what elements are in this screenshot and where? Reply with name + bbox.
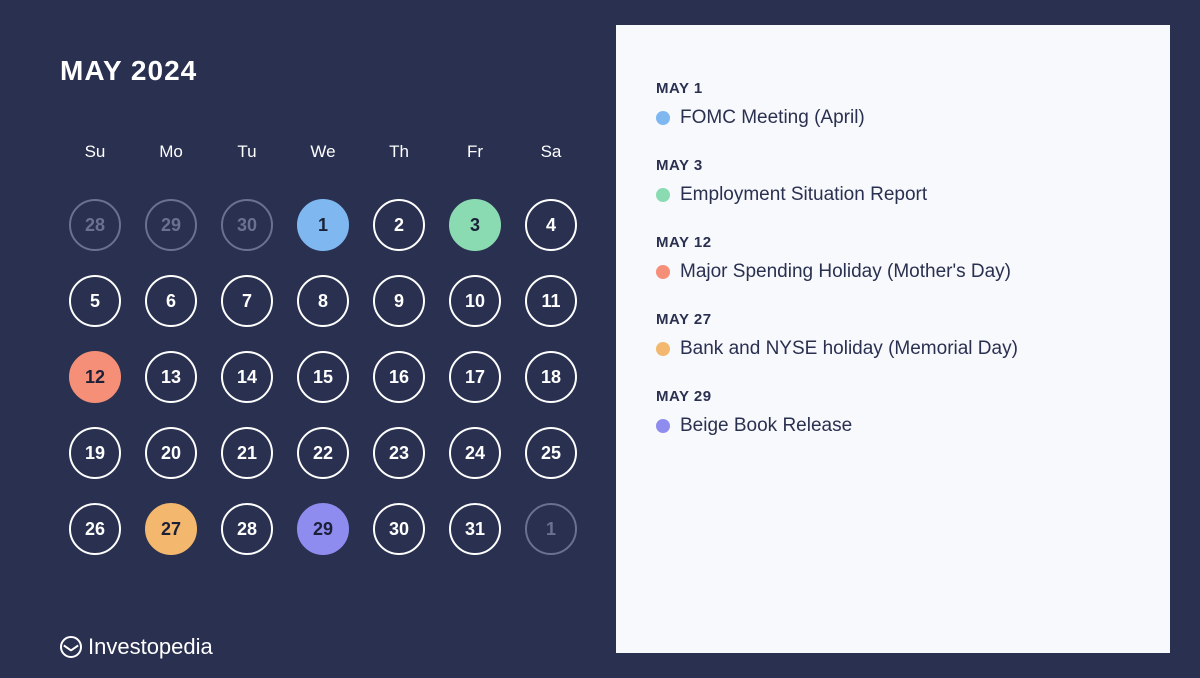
calendar-day: 18 [525,351,577,403]
event-block: MAY 12 Major Spending Holiday (Mother's D… [656,234,1130,283]
days-grid: 2829301234567891011121314151617181920212… [60,190,586,564]
event-date: MAY 1 [656,80,1130,97]
calendar-day: 24 [449,427,501,479]
event-dot-icon [656,265,670,279]
event-dot-icon [656,111,670,125]
calendar-day: 8 [297,275,349,327]
event-block: MAY 27 Bank and NYSE holiday (Memorial Da… [656,311,1130,360]
event-line: Major Spending Holiday (Mother's Day) [656,261,1130,283]
calendar-day: 16 [373,351,425,403]
calendar-day: 5 [69,275,121,327]
weekday-header: Mo [136,142,206,162]
calendar-day: 13 [145,351,197,403]
calendar-day: 4 [525,199,577,251]
calendar-day: 9 [373,275,425,327]
calendar-day: 10 [449,275,501,327]
brand-logo: Investopedia [60,634,213,660]
calendar-day: 30 [221,199,273,251]
event-block: MAY 29 Beige Book Release [656,388,1130,437]
calendar-day: 21 [221,427,273,479]
event-line: Bank and NYSE holiday (Memorial Day) [656,338,1130,360]
weekday-header: Su [60,142,130,162]
event-line: Beige Book Release [656,415,1130,437]
calendar-day: 22 [297,427,349,479]
calendar-day: 28 [221,503,273,555]
event-block: MAY 3 Employment Situation Report [656,157,1130,206]
event-label: Beige Book Release [680,415,852,437]
calendar-day: 23 [373,427,425,479]
event-dot-icon [656,342,670,356]
event-line: FOMC Meeting (April) [656,107,1130,129]
calendar-day: 27 [145,503,197,555]
event-label: Employment Situation Report [680,184,927,206]
calendar-day: 29 [145,199,197,251]
weekday-header: We [288,142,358,162]
event-line: Employment Situation Report [656,184,1130,206]
weekday-header: Th [364,142,434,162]
brand-icon [60,636,82,658]
calendar-day: 14 [221,351,273,403]
event-label: Major Spending Holiday (Mother's Day) [680,261,1011,283]
calendar-day: 15 [297,351,349,403]
calendar-day: 7 [221,275,273,327]
event-dot-icon [656,188,670,202]
calendar-day: 17 [449,351,501,403]
calendar-day: 1 [297,199,349,251]
calendar-day: 28 [69,199,121,251]
calendar-day: 30 [373,503,425,555]
event-block: MAY 1 FOMC Meeting (April) [656,80,1130,129]
calendar-day: 12 [69,351,121,403]
event-label: FOMC Meeting (April) [680,107,865,129]
event-dot-icon [656,419,670,433]
event-date: MAY 12 [656,234,1130,251]
calendar-day: 20 [145,427,197,479]
event-date: MAY 27 [656,311,1130,328]
calendar-day: 29 [297,503,349,555]
month-title: MAY 2024 [60,55,586,87]
calendar-day: 1 [525,503,577,555]
calendar-day: 25 [525,427,577,479]
event-date: MAY 3 [656,157,1130,174]
brand-text: Investopedia [88,634,213,660]
calendar-day: 26 [69,503,121,555]
weekday-header: Sa [516,142,586,162]
weekday-header: Tu [212,142,282,162]
calendar-day: 6 [145,275,197,327]
calendar-day: 19 [69,427,121,479]
weekday-header: Fr [440,142,510,162]
calendar-day: 2 [373,199,425,251]
calendar-panel: MAY 2024 SuMoTuWeThFrSa 2829301234567891… [0,0,616,678]
calendar-day: 11 [525,275,577,327]
event-date: MAY 29 [656,388,1130,405]
calendar-day: 31 [449,503,501,555]
calendar-day: 3 [449,199,501,251]
event-label: Bank and NYSE holiday (Memorial Day) [680,338,1018,360]
events-panel: MAY 1 FOMC Meeting (April) MAY 3 Employment… [616,25,1170,653]
weekday-row: Su Mo Tu We Th Fr Sa [60,142,586,162]
